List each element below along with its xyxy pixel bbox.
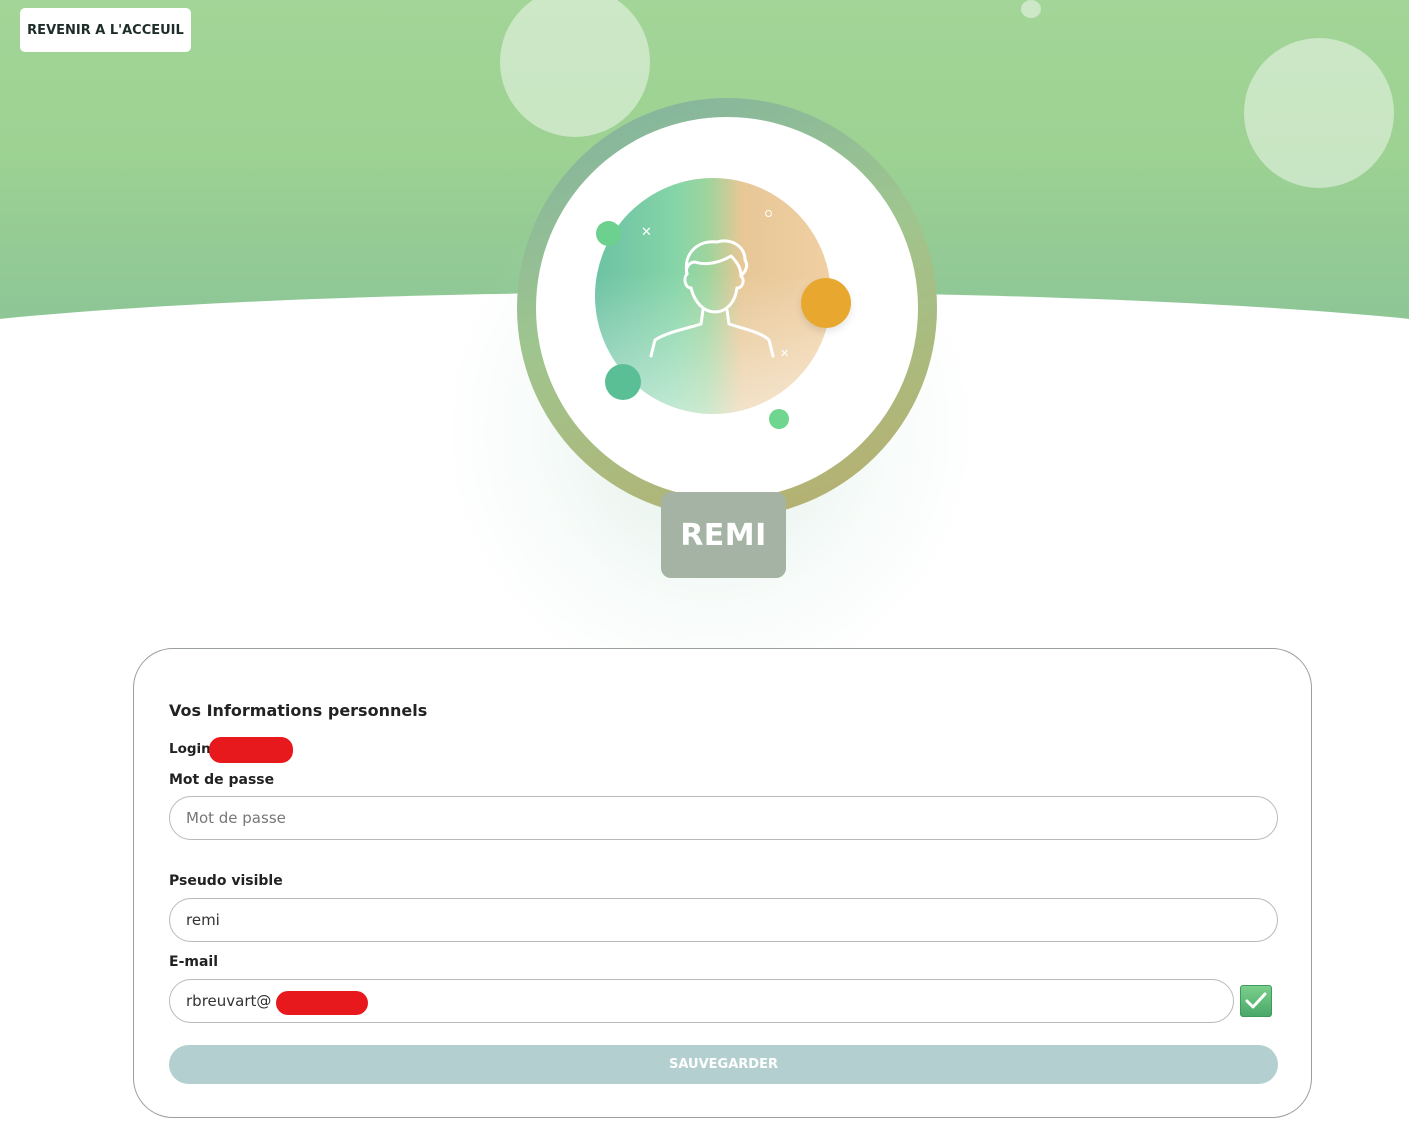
decorative-dot: [769, 409, 789, 429]
redacted-email-domain: [276, 991, 368, 1015]
decorative-bubble: [1021, 0, 1041, 18]
user-avatar-icon: [649, 239, 775, 358]
back-home-button[interactable]: REVENIR A L'ACCEUIL: [20, 8, 191, 52]
email-label: E-mail: [169, 954, 219, 970]
decorative-dot: [801, 278, 851, 328]
section-title: Vos Informations personnels: [169, 701, 428, 720]
password-label: Mot de passe: [169, 772, 275, 788]
login-label: Login: [169, 741, 211, 757]
profile-name-badge: REMI: [661, 492, 786, 578]
decorative-bubble: [1244, 38, 1394, 188]
pseudo-field[interactable]: [169, 898, 1278, 942]
decorative-dot: [596, 221, 621, 246]
redacted-login: [209, 737, 293, 763]
password-field[interactable]: [169, 796, 1278, 840]
decorative-dot: [605, 364, 641, 400]
pseudo-label: Pseudo visible: [169, 873, 283, 889]
sparkle-icon: ✕: [641, 225, 652, 240]
checkmark-icon: [1240, 985, 1272, 1017]
sparkle-icon: ✕: [780, 347, 790, 360]
save-button[interactable]: SAUVEGARDER: [169, 1045, 1278, 1084]
decorative-ring-dot: [765, 210, 772, 217]
decorative-bubble: [500, 0, 650, 137]
